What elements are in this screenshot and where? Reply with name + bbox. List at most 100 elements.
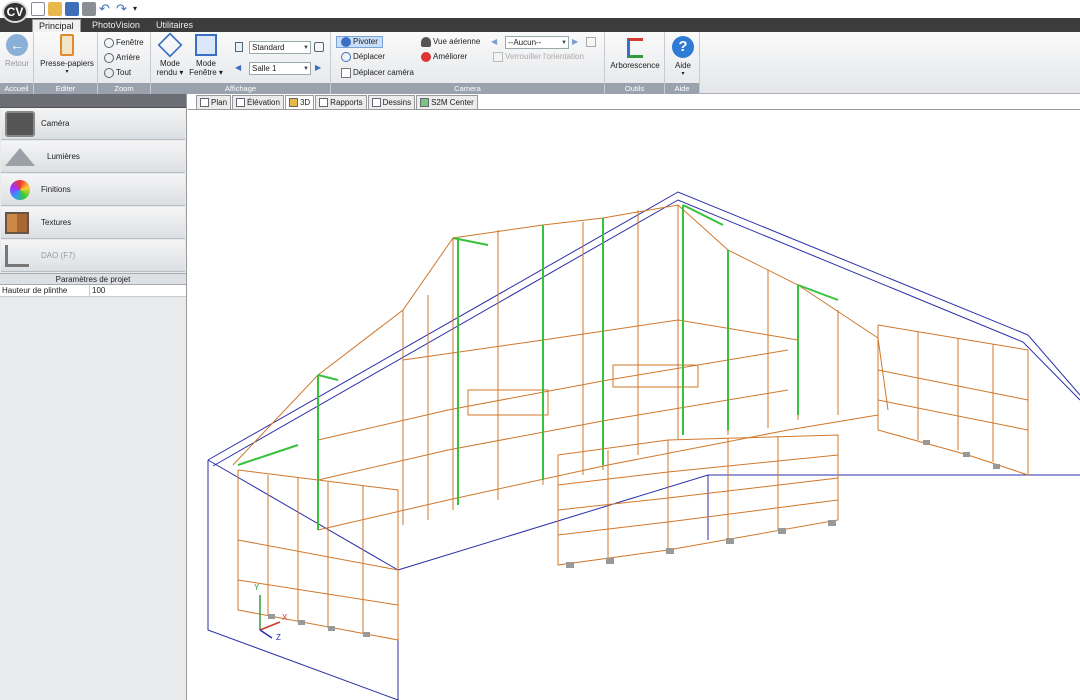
deplacer-camera-label: Déplacer caméra: [353, 68, 414, 77]
tab-3d[interactable]: 3D: [284, 95, 315, 109]
zoom-out-icon: [104, 53, 114, 63]
3d-viewport[interactable]: Y X Z: [188, 110, 1080, 700]
group-label-accueil: Accueil: [0, 83, 33, 94]
group-label-outils: Outils: [605, 83, 664, 94]
tab-label: Dessins: [382, 98, 412, 107]
redo-icon[interactable]: ↷: [116, 2, 130, 16]
zoom-fenetre-button[interactable]: Fenêtre: [104, 37, 144, 49]
drawing-icon: [371, 98, 381, 107]
rotate-icon: [341, 37, 351, 47]
refresh-icon[interactable]: [314, 41, 326, 53]
panel-item-textures[interactable]: Textures: [1, 207, 185, 239]
panel-item-label: Caméra: [41, 119, 70, 128]
panel-item-camera[interactable]: Caméra: [1, 108, 185, 140]
tab-dessins[interactable]: Dessins: [367, 95, 416, 109]
tab-label: 3D: [299, 98, 311, 107]
view-combo[interactable]: --Aucun-- ▼: [505, 36, 569, 49]
param-value[interactable]: 100: [90, 285, 105, 296]
mode-fenetre-button[interactable]: Mode Fenêtre ▾: [189, 34, 223, 77]
room-combo-value: Salle 1: [252, 64, 277, 73]
ameliorer-label: Améliorer: [433, 52, 468, 61]
chevron-down-icon: ▼: [303, 66, 309, 72]
group-label-zoom: Zoom: [98, 83, 150, 94]
retour-button[interactable]: ← Retour: [3, 34, 31, 68]
save-icon[interactable]: [65, 2, 79, 16]
cabinet-feet: [268, 440, 1000, 637]
tab-utilitaires[interactable]: Utilitaires: [150, 19, 199, 32]
room-prev-icon[interactable]: ◀: [235, 62, 241, 74]
presse-papiers-button[interactable]: Presse-papiers ▾: [38, 34, 96, 77]
room-next-icon[interactable]: ▶: [315, 62, 321, 74]
ameliorer-button[interactable]: Améliorer: [421, 51, 467, 63]
tab-label: Élévation: [247, 98, 280, 107]
group-label-camera: Camera: [331, 83, 604, 94]
room-combo[interactable]: Salle 1 ▼: [249, 62, 311, 75]
left-panel: Caméra Lumières Finitions Textures DAO (…: [0, 94, 187, 700]
deplacer-camera-checkbox[interactable]: Déplacer caméra: [341, 67, 414, 79]
zoom-all-icon: [104, 68, 114, 78]
elevation-icon: [236, 98, 246, 107]
vue-aerienne-label: Vue aérienne: [433, 37, 481, 46]
print-icon[interactable]: [82, 2, 96, 16]
group-accueil: ← Retour Accueil: [0, 32, 34, 94]
zoom-arriere-label: Arrière: [116, 53, 141, 62]
verrouiller-orientation-checkbox[interactable]: Verrouiller l'orientation: [493, 51, 584, 63]
tab-rapports[interactable]: Rapports: [315, 95, 367, 109]
pivoter-label: Pivoter: [353, 37, 378, 46]
chevron-down-icon: ▼: [561, 40, 567, 46]
tab-elevation[interactable]: Élévation: [232, 95, 284, 109]
tab-s2m-center[interactable]: S2M Center: [416, 95, 478, 109]
ribbon-tab-bar: Principal PhotoVision Utilitaires: [0, 18, 1080, 32]
style-combo[interactable]: Standard ▼: [249, 41, 311, 54]
group-zoom: Fenêtre Arrière Tout Zoom: [98, 32, 151, 94]
textures-icon: [5, 211, 29, 234]
vue-aerienne-button[interactable]: Vue aérienne: [421, 36, 480, 48]
edit-view-icon[interactable]: [586, 36, 598, 48]
camera-icon: [5, 110, 35, 137]
mode-rendu-label-1: Mode: [159, 59, 180, 68]
aide-label: Aide: [674, 61, 691, 70]
arborescence-label: Arborescence: [610, 61, 660, 70]
zoom-tout-button[interactable]: Tout: [104, 67, 131, 79]
color-wheel-icon: [10, 179, 30, 200]
tab-plan[interactable]: Plan: [196, 95, 232, 109]
panel-item-label: Lumières: [47, 152, 80, 161]
cube-3d-icon: [288, 98, 298, 107]
tab-principal[interactable]: Principal: [32, 19, 81, 32]
panel-item-dao[interactable]: DAO (F7): [1, 240, 185, 272]
zoom-arriere-button[interactable]: Arrière: [104, 52, 140, 64]
tab-photovision[interactable]: PhotoVision: [86, 19, 146, 32]
open-folder-icon[interactable]: [48, 2, 62, 16]
view-next-icon[interactable]: ▶: [572, 36, 578, 48]
plan-icon: [200, 98, 209, 107]
mode-rendu-button[interactable]: Mode rendu ▾: [153, 32, 187, 77]
panel-item-label: Finitions: [41, 185, 71, 194]
panel-item-finitions[interactable]: Finitions: [1, 174, 185, 206]
customize-toolbar-icon[interactable]: ▾: [133, 2, 147, 16]
axis-label-y: Y: [254, 583, 260, 592]
deplacer-label: Déplacer: [353, 52, 386, 61]
help-icon: ?: [672, 36, 694, 58]
deplacer-button[interactable]: Déplacer: [341, 51, 385, 63]
room-outline: [207, 191, 1080, 700]
project-param-row[interactable]: Hauteur de plinthe 100: [0, 285, 186, 297]
panel-item-lumieres[interactable]: Lumières: [1, 141, 185, 173]
view-prev-icon[interactable]: ◀: [491, 36, 497, 48]
group-outils: Arborescence Outils: [605, 32, 665, 94]
s2m-icon: [420, 98, 430, 107]
group-label-aide: Aide: [665, 83, 699, 94]
view-combo-value: --Aucun--: [508, 38, 542, 47]
move-icon: [341, 52, 351, 62]
new-file-icon[interactable]: [31, 2, 45, 16]
panel-item-label: DAO (F7): [41, 251, 76, 260]
checkbox-icon: [341, 68, 351, 78]
zoom-tout-label: Tout: [116, 68, 132, 77]
aide-button[interactable]: ? Aide ▾: [669, 36, 697, 79]
group-affichage: Mode rendu ▾ Mode Fenêtre ▾ Standard ▼ ◀ …: [151, 32, 331, 94]
pivoter-button[interactable]: Pivoter: [336, 36, 383, 48]
arborescence-button[interactable]: Arborescence: [608, 38, 662, 70]
undo-icon[interactable]: ↶: [99, 2, 113, 16]
app-logo[interactable]: CV: [2, 1, 28, 23]
lamp-icon: [5, 147, 35, 166]
back-arrow-icon: ←: [6, 34, 28, 56]
